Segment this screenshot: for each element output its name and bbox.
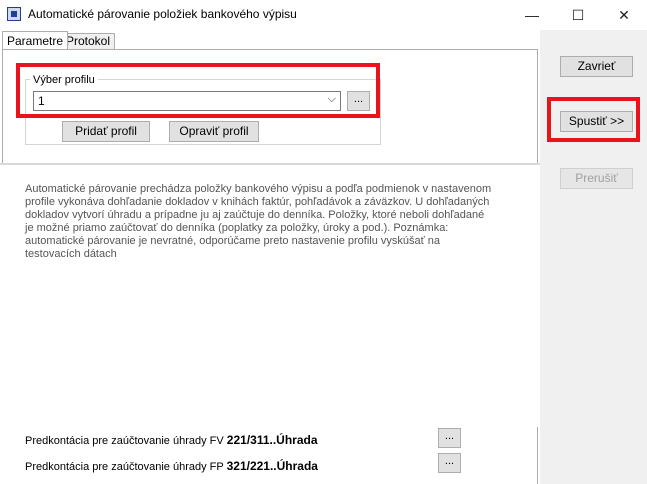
highlight-frame-profile — [16, 63, 380, 118]
predkontacia-fp-row: Predkontácia pre zaúčtovanie úhrady FP 3… — [25, 459, 318, 473]
add-profile-button[interactable]: Pridať profil — [62, 121, 150, 142]
tab-protokol[interactable]: Protokol — [61, 33, 116, 49]
title-bar: Automatické párovanie položiek bankového… — [0, 0, 647, 30]
predkontacia-fp-browse-button[interactable]: ... — [438, 453, 461, 473]
panel-border — [537, 427, 538, 484]
predkontacia-fv-browse-button[interactable]: ... — [438, 428, 461, 448]
close-window-button[interactable]: ✕ — [601, 0, 647, 30]
predkontacia-fp-value: 321/221..Úhrada — [226, 459, 318, 473]
minimize-button[interactable]: — — [509, 0, 555, 30]
predkontacia-fp-label: Predkontácia pre zaúčtovanie úhrady FP — [25, 461, 224, 473]
maximize-button[interactable]: ☐ — [555, 0, 601, 30]
close-button[interactable]: Zavrieť — [560, 56, 633, 77]
predkontacia-fv-label: Predkontácia pre zaúčtovanie úhrady FV — [25, 435, 224, 447]
predkontacia-fv-row: Predkontácia pre zaúčtovanie úhrady FV 2… — [25, 433, 318, 447]
interrupt-button: Prerušiť — [560, 168, 633, 189]
highlight-frame-run — [547, 97, 640, 142]
edit-profile-button[interactable]: Opraviť profil — [169, 121, 259, 142]
description-text: Automatické párovanie prechádza položky … — [25, 183, 492, 260]
window-title: Automatické párovanie položiek bankového… — [28, 7, 297, 21]
app-icon — [7, 7, 21, 21]
divider — [0, 163, 540, 165]
tab-strip: Protokol Parametre — [0, 30, 540, 50]
tab-parametre[interactable]: Parametre — [2, 31, 69, 50]
predkontacia-fv-value: 221/311..Úhrada — [226, 433, 318, 447]
